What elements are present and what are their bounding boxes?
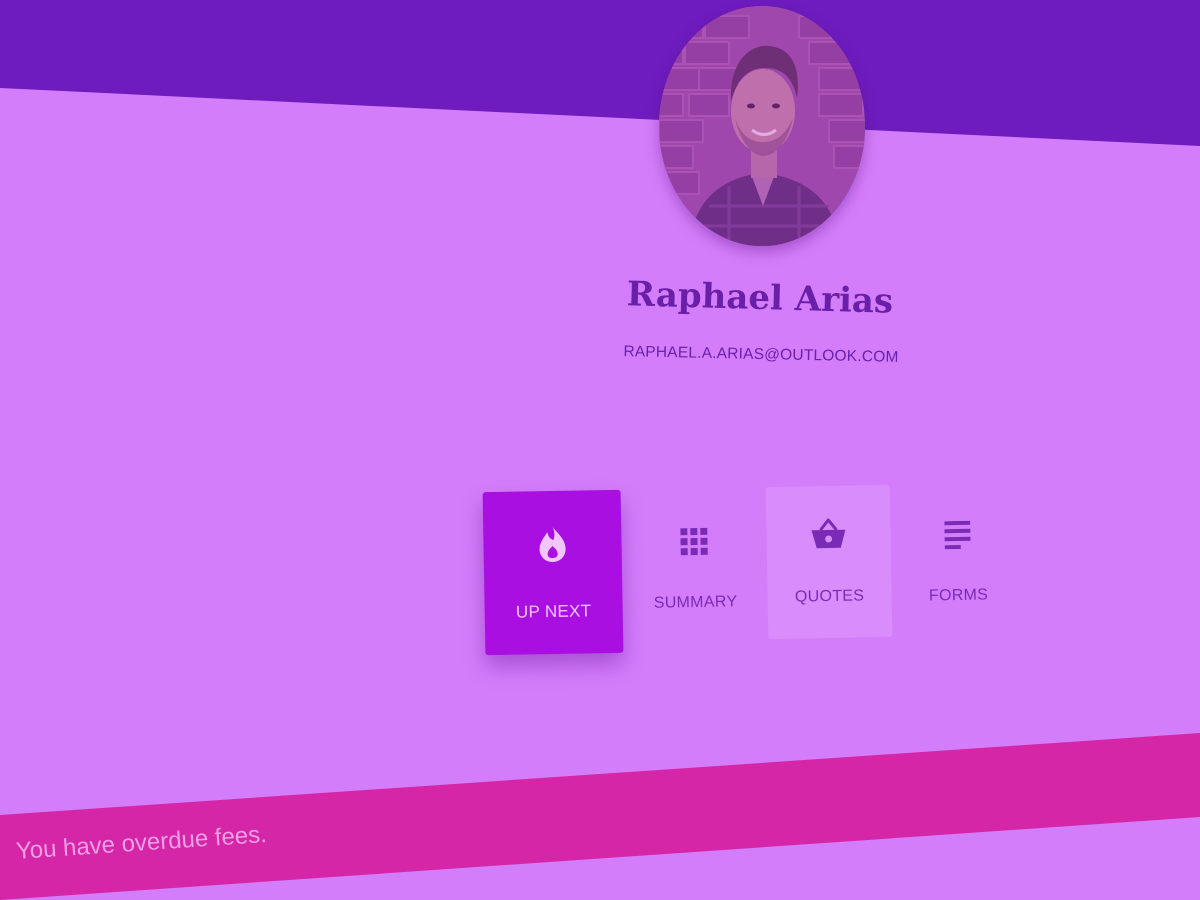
basket-icon — [811, 518, 846, 549]
tab-summary-label: SUMMARY — [653, 593, 738, 612]
grid-icon — [680, 527, 708, 556]
tab-up-next[interactable]: UP NEXT — [482, 489, 624, 656]
tab-quotes-label: QUOTES — [794, 587, 865, 606]
tab-up-next-label: UP NEXT — [515, 600, 592, 622]
tab-forms-label: FORMS — [928, 586, 989, 605]
flame-icon — [539, 525, 566, 562]
tab-quotes[interactable]: QUOTES — [765, 484, 893, 640]
tab-forms[interactable]: FORMS — [897, 493, 1019, 633]
notes-icon — [944, 520, 971, 550]
tab-summary[interactable]: SUMMARY — [634, 499, 756, 641]
profile-screen: Raphael Arias RAPHAEL.A.ARIAS@OUTLOOK.CO… — [0, 0, 1200, 900]
